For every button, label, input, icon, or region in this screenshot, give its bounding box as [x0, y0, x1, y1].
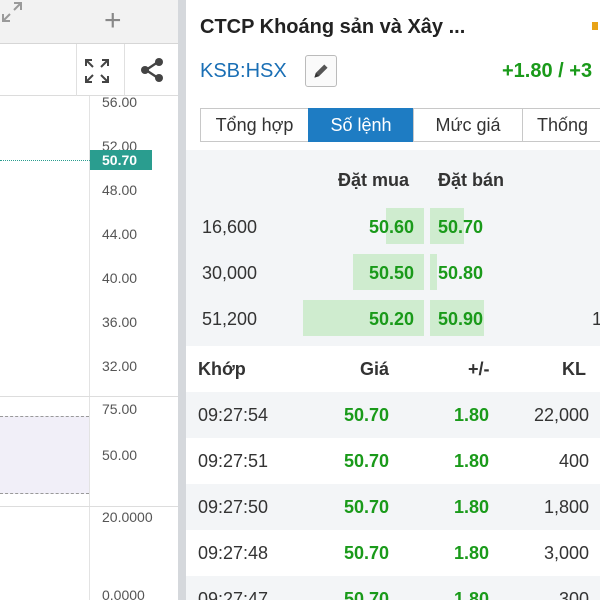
volume-pane[interactable]: 20.0000 0.0000	[0, 506, 178, 600]
match-price: 50.70	[344, 543, 390, 563]
price-axis-line	[89, 96, 90, 396]
price-tick-label: 48.00	[102, 182, 138, 198]
bid-price: 50.50	[368, 263, 414, 283]
bid-price: 50.20	[368, 309, 414, 329]
match-time: 09:27:48	[198, 543, 269, 563]
match-change: 1.80	[454, 543, 490, 563]
tab-summary[interactable]: Tổng hợp	[200, 108, 309, 142]
price-tick-label: 36.00	[102, 314, 138, 330]
indicator-band	[0, 416, 89, 494]
toolbar-divider	[124, 44, 125, 96]
match-price: 50.70	[344, 405, 390, 425]
match-row[interactable]: 09:27:48 50.70 1.80 3,000	[186, 530, 600, 576]
match-price-header: Giá	[360, 359, 390, 379]
tab-statistics[interactable]: Thống	[522, 108, 600, 142]
add-chart-icon[interactable]: +	[104, 6, 122, 36]
ask-price: 50.90	[438, 309, 484, 329]
order-book-row[interactable]: 51,200 50.20 50.90 1	[186, 296, 600, 342]
company-name: CTCP Khoáng sản và Xây ...	[200, 16, 466, 38]
pane-divider[interactable]	[178, 0, 186, 600]
order-extra: 1	[592, 309, 600, 329]
match-volume: 3,000	[543, 543, 589, 563]
match-change: 1.80	[454, 497, 490, 517]
match-time: 09:27:51	[198, 451, 269, 471]
match-time: 09:27:54	[198, 405, 269, 425]
toolbar-divider	[76, 44, 77, 96]
chart-pane: + 56.00 52.00 48.00 44.00 40.00 36.00 32…	[0, 0, 178, 600]
price-change: +1.80 / +3	[502, 60, 593, 82]
order-book-row[interactable]: 30,000 50.50 50.80	[186, 250, 600, 296]
price-tick-label: 32.00	[102, 358, 138, 374]
match-row[interactable]: 09:27:50 50.70 1.80 1,800	[186, 484, 600, 530]
status-marker	[592, 22, 598, 30]
order-book-row[interactable]: 16,600 50.60 50.70	[186, 204, 600, 250]
match-change: 1.80	[454, 589, 490, 600]
edit-ticker-button[interactable]	[305, 55, 337, 87]
ask-price: 50.80	[438, 263, 484, 283]
indicator-pane[interactable]: 75.00 50.00	[0, 396, 178, 507]
match-volume-header: KL	[562, 359, 586, 379]
order-volume: 30,000	[202, 263, 258, 283]
match-price: 50.70	[344, 451, 390, 471]
price-chart-pane[interactable]: 56.00 52.00 48.00 44.00 40.00 36.00 32.0…	[0, 94, 178, 396]
bid-header: Đặt mua	[338, 170, 410, 190]
last-price-tag: 50.70	[90, 150, 152, 170]
last-price-line	[0, 160, 90, 161]
stock-detail-pane: CTCP Khoáng sản và Xây ... KSB:HSX +1.80…	[186, 0, 600, 600]
match-row[interactable]: 09:27:47 50.70 1.80 300	[186, 576, 600, 600]
indicator-axis-line	[89, 397, 90, 507]
order-volume: 16,600	[202, 217, 258, 237]
match-time: 09:27:50	[198, 497, 269, 517]
chart-toolbar	[0, 44, 178, 96]
match-change: 1.80	[454, 451, 490, 471]
pencil-icon	[314, 64, 328, 78]
price-tick-label: 40.00	[102, 270, 138, 286]
expand-window-icon[interactable]	[0, 0, 24, 24]
match-time: 09:27:47	[198, 589, 269, 600]
volume-axis-line	[89, 507, 90, 600]
match-change: 1.80	[454, 405, 490, 425]
price-tick-label: 56.00	[102, 94, 138, 110]
chart-topbar: +	[0, 0, 178, 44]
indicator-tick-label: 50.00	[102, 447, 138, 463]
match-volume: 22,000	[533, 405, 589, 425]
match-price: 50.70	[344, 589, 390, 600]
match-row[interactable]: 09:27:54 50.70 1.80 22,000	[186, 392, 600, 438]
price-tick-label: 44.00	[102, 226, 138, 242]
ask-depth-bar	[430, 254, 437, 290]
tab-price-levels[interactable]: Mức giá	[413, 108, 523, 142]
tab-orders[interactable]: Số lệnh	[308, 108, 414, 142]
match-price: 50.70	[344, 497, 390, 517]
match-row[interactable]: 09:27:51 50.70 1.80 400	[186, 438, 600, 484]
order-volume: 51,200	[202, 309, 258, 329]
ask-price: 50.70	[438, 217, 484, 237]
matches-header: Khớp Giá +/- KL	[186, 346, 600, 390]
match-change-header: +/-	[468, 359, 490, 379]
detail-tabs: Tổng hợp Số lệnh Mức giá Thống	[200, 108, 600, 142]
match-time-header: Khớp	[198, 359, 246, 379]
volume-tick-label: 20.0000	[102, 509, 153, 525]
share-icon[interactable]	[138, 56, 166, 84]
bid-price: 50.60	[368, 217, 414, 237]
match-volume: 400	[558, 451, 589, 471]
ask-header: Đặt bán	[438, 170, 505, 190]
fullscreen-icon[interactable]	[84, 58, 110, 84]
indicator-tick-label: 75.00	[102, 401, 138, 417]
match-volume: 300	[558, 589, 589, 600]
ticker-symbol[interactable]: KSB:HSX	[200, 60, 287, 83]
volume-tick-label: 0.0000	[102, 587, 145, 600]
match-volume: 1,800	[543, 497, 589, 517]
